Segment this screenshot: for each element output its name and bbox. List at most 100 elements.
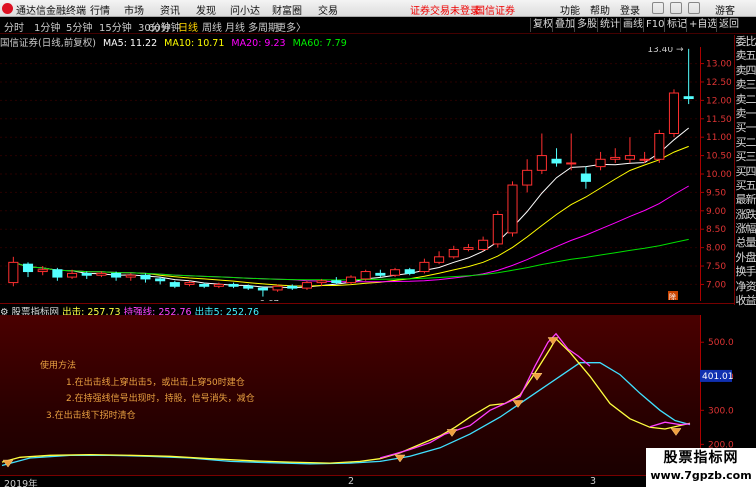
- candle-body[interactable]: [478, 239, 489, 250]
- broker-name[interactable]: 国信证券: [475, 2, 515, 17]
- candle-body[interactable]: [610, 156, 621, 160]
- price-tick-label: 11.00: [706, 133, 732, 143]
- candle-body[interactable]: [463, 247, 474, 250]
- signal-marker-icon[interactable]: [670, 428, 682, 436]
- candle-body[interactable]: [404, 269, 415, 274]
- candle-body[interactable]: [8, 261, 19, 284]
- candle-body[interactable]: [507, 184, 518, 234]
- menu-item-help[interactable]: 帮助: [590, 2, 610, 17]
- login-warning[interactable]: 证券交易未登录: [410, 2, 480, 17]
- candle-body[interactable]: [551, 158, 562, 164]
- draw-line-button[interactable]: 画线: [620, 18, 645, 32]
- period-tab-intraday[interactable]: 分时: [4, 19, 24, 34]
- price-tick-label: 10.50: [706, 152, 732, 162]
- f10-button[interactable]: F10: [643, 18, 666, 32]
- candle-body[interactable]: [331, 280, 342, 284]
- add-watchlist-button[interactable]: +自选: [686, 18, 719, 32]
- candle-body[interactable]: [683, 96, 694, 100]
- candle-body[interactable]: [155, 278, 166, 282]
- indicator-tick-label: 500.0: [708, 338, 734, 348]
- candle-body[interactable]: [580, 173, 591, 182]
- candle-body[interactable]: [360, 271, 371, 280]
- candle-body[interactable]: [257, 287, 268, 291]
- period-tab-15min[interactable]: 15分钟: [99, 19, 132, 34]
- period-tab-monthly[interactable]: 月线: [225, 19, 245, 34]
- candle-body[interactable]: [419, 261, 430, 273]
- candle-body[interactable]: [492, 213, 503, 245]
- watermark: 股票指标网 www.7gpzb.com: [646, 448, 756, 487]
- price-tick-label: 12.50: [706, 78, 732, 88]
- candle-body[interactable]: [111, 272, 122, 278]
- candle-body[interactable]: [169, 282, 180, 287]
- period-tab-1min[interactable]: 1分钟: [34, 19, 60, 34]
- quote-field-6: 买一: [735, 121, 756, 135]
- candle-body[interactable]: [272, 285, 283, 291]
- candle-body[interactable]: [434, 256, 445, 263]
- statistics-button[interactable]: 统计: [597, 18, 622, 32]
- period-tab-more[interactable]: 更多〉: [276, 19, 306, 34]
- candle-body[interactable]: [566, 162, 577, 165]
- candle-body[interactable]: [448, 248, 459, 258]
- candle-body[interactable]: [67, 272, 78, 278]
- title-bar: 通达信金融终端 行情 市场 资讯 发现 问小达 财富圈 交易 证券交易未登录 国…: [0, 0, 756, 17]
- menu-item-ask[interactable]: 问小达: [230, 2, 260, 17]
- candle-body[interactable]: [639, 158, 650, 161]
- menu-item-quotes[interactable]: 行情: [90, 2, 110, 17]
- candle-body[interactable]: [96, 272, 107, 276]
- period-tab-daily[interactable]: 日线: [178, 19, 198, 34]
- usage-instructions: 使用方法 1.在出击线上穿出击5，或出击上穿50时建仓 2.在持强线信号出现时，…: [28, 358, 255, 424]
- quote-field-9: 买四: [735, 164, 756, 178]
- menu-item-discover[interactable]: 发现: [196, 2, 216, 17]
- candle-body[interactable]: [213, 283, 224, 287]
- candle-body[interactable]: [301, 282, 313, 289]
- candle-body[interactable]: [375, 272, 386, 276]
- candle-body[interactable]: [228, 283, 239, 287]
- candlestick-chart[interactable]: 13.40 → ←6.67 除: [0, 47, 700, 301]
- multi-stock-button[interactable]: 多股: [574, 18, 599, 32]
- candle-body[interactable]: [22, 263, 34, 273]
- watermark-url: www.7gpzb.com: [650, 469, 752, 482]
- price-tick-label: 11.50: [706, 115, 732, 125]
- candle-body[interactable]: [389, 269, 401, 276]
- period-tab-5min[interactable]: 5分钟: [66, 19, 92, 34]
- candle-body[interactable]: [199, 283, 210, 287]
- period-tab-multi[interactable]: 多周期: [248, 19, 278, 34]
- candle-body[interactable]: [624, 155, 635, 160]
- candle-body[interactable]: [287, 285, 298, 289]
- quote-field-4: 卖二: [735, 92, 756, 106]
- back-button[interactable]: 返回: [716, 18, 741, 32]
- candle-body[interactable]: [668, 92, 680, 135]
- maximize-button[interactable]: [670, 2, 682, 14]
- period-tab-60min[interactable]: 60分钟: [148, 19, 181, 34]
- candle-body[interactable]: [125, 274, 136, 278]
- menu-item-market[interactable]: 市场: [124, 2, 144, 17]
- candle-body[interactable]: [52, 269, 63, 278]
- quote-field-10: 买五: [735, 178, 756, 192]
- candle-body[interactable]: [654, 133, 665, 160]
- candle-body[interactable]: [81, 272, 92, 276]
- price-tick-label: 13.00: [706, 60, 732, 70]
- candle-body[interactable]: [140, 274, 151, 280]
- quote-field-7: 买二: [735, 135, 756, 149]
- candle-body[interactable]: [316, 280, 327, 284]
- indicator-legend: ⚙ 股票指标网 出击: 257.73 持强线: 252.76 出击5: 252.…: [0, 303, 734, 318]
- signal-marker-icon[interactable]: [531, 373, 543, 381]
- guest-label[interactable]: 游客: [715, 2, 735, 17]
- period-tab-weekly[interactable]: 周线: [202, 19, 222, 34]
- quote-field-14: 总量: [735, 236, 756, 250]
- candle-body[interactable]: [536, 155, 547, 171]
- candle-body[interactable]: [595, 158, 606, 168]
- candle-body[interactable]: [522, 169, 533, 186]
- menu-item-login[interactable]: 登录: [620, 2, 640, 17]
- menu-item-function[interactable]: 功能: [560, 2, 580, 17]
- candle-body[interactable]: [345, 276, 357, 284]
- candle-body[interactable]: [243, 285, 254, 289]
- menu-item-wealth[interactable]: 财富圈: [272, 2, 302, 17]
- menu-item-news[interactable]: 资讯: [160, 2, 180, 17]
- close-button[interactable]: [688, 2, 700, 14]
- minimize-button[interactable]: [652, 2, 664, 14]
- quote-field-15: 外盘: [735, 250, 756, 264]
- menu-item-trade[interactable]: 交易: [318, 2, 338, 17]
- candle-body[interactable]: [37, 269, 48, 273]
- candle-body[interactable]: [184, 282, 195, 285]
